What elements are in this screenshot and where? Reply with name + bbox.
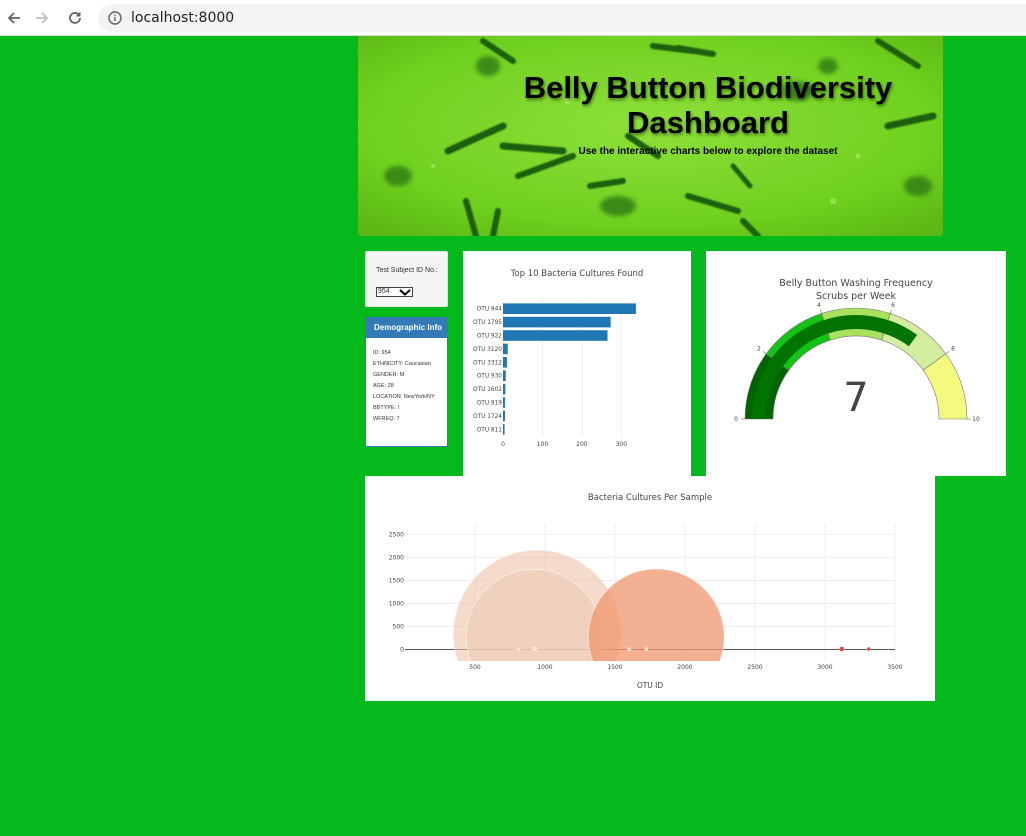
forward-arrow-icon[interactable]: [30, 6, 54, 30]
bar-y-tick-label: OTU 3120: [473, 347, 502, 353]
subject-id-dropdown[interactable]: 954: [376, 287, 413, 297]
bar-y-tick-label: OTU 811: [477, 427, 503, 433]
bubble-x-tick-label: 500: [469, 664, 481, 671]
bar-y-tick-label: OTU 3312: [473, 360, 502, 366]
bubble-chart-card: Bacteria Cultures Per Sample 500 1000 1500…: [365, 476, 935, 701]
washing-frequency-gauge[interactable]: Belly Button Washing Frequency Scrubs pe…: [706, 251, 1006, 476]
bubble-point[interactable]: [644, 647, 649, 652]
address-bar[interactable]: localhost:8000: [98, 4, 1026, 32]
bubble-y-tick-label: 2000: [389, 554, 404, 561]
bubble-y-tick-label: 1000: [389, 600, 404, 607]
gauge-tick-label: 0: [734, 416, 738, 423]
bar-y-tick-label: OTU 922: [477, 334, 503, 340]
demo-gender: GENDER: M: [373, 372, 405, 378]
bar-y-tick-label: OTU 1724: [473, 414, 502, 420]
bubble-y-tick-label: 500: [393, 623, 405, 630]
bar-otu-922[interactable]: [503, 330, 608, 341]
bar-otu-944[interactable]: [503, 303, 636, 314]
gauge-tick-label: 8: [951, 345, 955, 352]
bar-otu-1724[interactable]: [503, 410, 505, 422]
bubble-chart-title: Bacteria Cultures Per Sample: [588, 493, 712, 503]
bar-y-tick-label: OTU 1602: [473, 387, 502, 393]
demo-bbtype: BBTYPE: I: [373, 405, 400, 411]
gauge-tick-mark: [889, 309, 892, 314]
bubble-x-axis-label: OTU ID: [637, 681, 664, 690]
header-banner: Belly Button Biodiversity Dashboard Use …: [358, 36, 943, 236]
gauge-tick-mark: [762, 351, 767, 355]
site-info-icon[interactable]: [108, 11, 122, 30]
gauge-value: 7: [843, 375, 868, 421]
demo-id: ID: 954: [373, 350, 391, 356]
subject-selector-well: Test Subject ID No.: 954: [365, 251, 448, 307]
bar-otu-3120[interactable]: [503, 343, 508, 355]
bubble-x-tick-label: 3500: [887, 664, 902, 671]
bar-otu-919[interactable]: [503, 397, 505, 408]
page-subtitle: Use the interactive charts below to expl…: [578, 146, 838, 157]
bubble-point[interactable]: [516, 647, 521, 652]
bar-y-tick-label: OTU 1795: [473, 320, 502, 326]
bubble-point[interactable]: [838, 645, 845, 652]
bubble-x-tick-label: 2000: [677, 664, 692, 671]
bar-y-tick-label: OTU 944: [477, 307, 503, 313]
bar-x-tick-label: 100: [537, 441, 549, 448]
bar-x-tick-label: 200: [576, 441, 588, 448]
bar-otu-1795[interactable]: [503, 316, 611, 328]
chevron-down-icon: [399, 289, 411, 299]
bubble-y-tick-label: 1500: [389, 577, 404, 584]
top10-bar-chart[interactable]: Top 10 Bacteria Cultures Found OTU 944 OT…: [463, 251, 691, 476]
bubble-point[interactable]: [627, 647, 632, 652]
gauge-title: Belly Button Washing Frequency: [779, 278, 933, 289]
bubble-x-tick-label: 3000: [817, 664, 832, 671]
demo-age: AGE: 28: [373, 383, 394, 389]
gauge-tick-label: 6: [891, 302, 895, 309]
bar-x-tick-label: 300: [616, 441, 628, 448]
gauge-tick-mark: [820, 309, 823, 314]
gauge-tick-label: 10: [972, 416, 980, 423]
bar-otu-3312[interactable]: [503, 357, 507, 368]
subject-id-label: Test Subject ID No.:: [376, 267, 438, 274]
bubble-x-tick-label: 2500: [747, 664, 762, 671]
gauge-tick-label: 2: [757, 345, 761, 352]
bubble-chart[interactable]: Bacteria Cultures Per Sample 500 1000 1500…: [365, 476, 935, 701]
bubble-point[interactable]: [531, 647, 536, 652]
bar-chart-card: Top 10 Bacteria Cultures Found OTU 944 OT…: [463, 251, 691, 476]
bubble-x-tick-label: 1500: [607, 664, 622, 671]
browser-toolbar: localhost:8000: [0, 0, 1026, 36]
gauge-chart-card: Belly Button Washing Frequency Scrubs pe…: [706, 251, 1006, 476]
demo-ethnicity: ETHNICITY: Caucasian: [373, 361, 431, 367]
bar-otu-930[interactable]: [503, 370, 506, 381]
bubble-y-tick-label: 0: [400, 646, 404, 653]
gauge-tick-label: 4: [817, 302, 821, 309]
demographic-info-body: ID: 954 ETHNICITY: Caucasian GENDER: M A…: [366, 338, 447, 423]
bubble-point[interactable]: [866, 646, 872, 652]
bubble-point[interactable]: [465, 568, 603, 701]
bubble-x-tick-label: 1000: [537, 664, 552, 671]
demographic-info-panel: Demographic Info ID: 954 ETHNICITY: Cauc…: [365, 317, 448, 447]
subject-id-value: 954: [378, 288, 390, 295]
demo-wfreq: WFREQ: 7: [373, 416, 400, 422]
bar-y-tick-label: OTU 930: [477, 374, 503, 380]
bar-y-tick-label: OTU 919: [477, 401, 503, 407]
reload-icon[interactable]: [63, 6, 87, 30]
bar-x-tick-label: 0: [501, 441, 505, 448]
demographic-info-heading: Demographic Info: [366, 318, 447, 338]
page-title: Belly Button Biodiversity Dashboard: [523, 70, 893, 140]
gauge-subtitle: Scrubs per Week: [816, 291, 897, 302]
bubble-y-tick-label: 2500: [389, 531, 404, 538]
gauge-tick-mark: [945, 351, 950, 355]
demo-location: LOCATION: NewYork/NY: [373, 394, 435, 400]
url-text: localhost:8000: [131, 10, 235, 26]
bar-otu-1602[interactable]: [503, 383, 506, 395]
bar-otu-811[interactable]: [503, 424, 505, 435]
gauge-value-bar: [752, 315, 918, 419]
bar-chart-title: Top 10 Bacteria Cultures Found: [510, 269, 644, 279]
back-arrow-icon[interactable]: [2, 6, 26, 30]
